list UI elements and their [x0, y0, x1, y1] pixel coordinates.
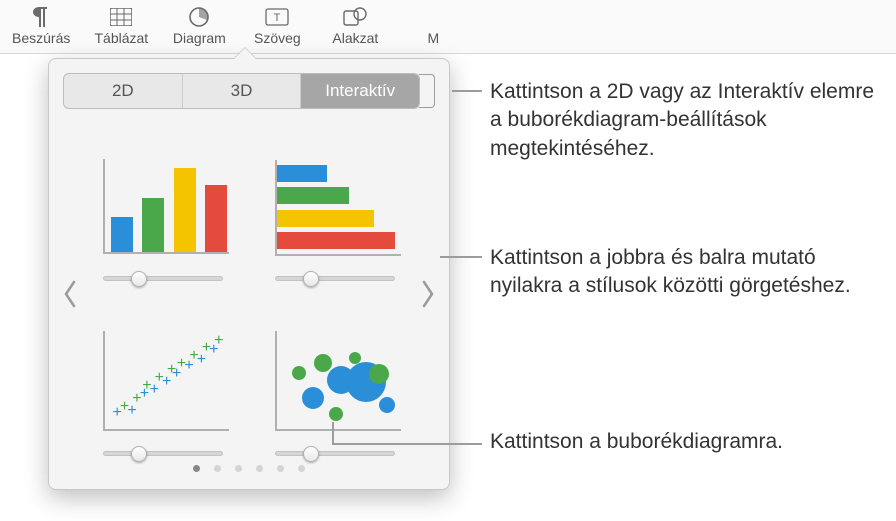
callout-bracket — [419, 74, 435, 108]
slider[interactable] — [275, 272, 395, 284]
toolbar-chart[interactable]: Diagram — [172, 6, 226, 46]
dot[interactable] — [256, 465, 263, 472]
callout-text: Kattintson a jobbra és balra mutató nyil… — [490, 244, 890, 301]
toolbar-label: Táblázat — [95, 30, 149, 46]
dot[interactable] — [214, 465, 221, 472]
toolbar-label: Szöveg — [254, 30, 301, 46]
more-icon — [420, 6, 446, 28]
toolbar: Beszúrás Táblázat Diagram T Szöveg Alakz… — [0, 0, 896, 54]
slider[interactable] — [103, 272, 223, 284]
callout-line — [332, 422, 334, 443]
toolbar-insert[interactable]: Beszúrás — [12, 6, 70, 46]
paragraph-icon — [28, 6, 54, 28]
toolbar-label: Diagram — [173, 30, 226, 46]
chart-styles-area: + + + + + + + + + + + + + + + — [63, 129, 435, 459]
svg-text:T: T — [274, 12, 281, 24]
chart-type-segmented: 2D 3D Interaktív — [63, 73, 420, 109]
callout-text: Kattintson a buborékdiagramra. — [490, 428, 783, 456]
chart-style-scatter[interactable]: + + + + + + + + + + + + + + + — [87, 304, 239, 459]
dot[interactable] — [277, 465, 284, 472]
table-icon — [108, 6, 134, 28]
prev-arrow[interactable] — [61, 279, 79, 309]
chart-style-bar[interactable] — [259, 129, 411, 284]
callout-line — [452, 90, 482, 92]
toolbar-label: Beszúrás — [12, 30, 70, 46]
toolbar-label: Alakzat — [332, 30, 378, 46]
callout-line — [440, 256, 482, 258]
toolbar-label: M — [428, 30, 440, 46]
toolbar-more[interactable]: M — [406, 6, 460, 46]
shape-icon — [342, 6, 368, 28]
slider[interactable] — [103, 447, 223, 459]
dot[interactable] — [193, 465, 200, 472]
text-icon: T — [264, 6, 290, 28]
dot[interactable] — [298, 465, 305, 472]
pie-icon — [186, 6, 212, 28]
callout-text: Kattintson a 2D vagy az Interaktív elemr… — [490, 78, 890, 163]
tab-interactive[interactable]: Interaktív — [301, 74, 419, 108]
page-dots[interactable] — [63, 465, 435, 472]
chart-popover: 2D 3D Interaktív — [48, 58, 450, 490]
chart-style-bubble[interactable] — [259, 304, 411, 459]
callout-line — [332, 443, 482, 445]
toolbar-shape[interactable]: Alakzat — [328, 6, 382, 46]
chart-style-column[interactable] — [87, 129, 239, 284]
next-arrow[interactable] — [419, 279, 437, 309]
dot[interactable] — [235, 465, 242, 472]
slider[interactable] — [275, 447, 395, 459]
toolbar-text[interactable]: T Szöveg — [250, 6, 304, 46]
tab-3d[interactable]: 3D — [183, 74, 302, 108]
toolbar-table[interactable]: Táblázat — [94, 6, 148, 46]
tab-2d[interactable]: 2D — [64, 74, 183, 108]
